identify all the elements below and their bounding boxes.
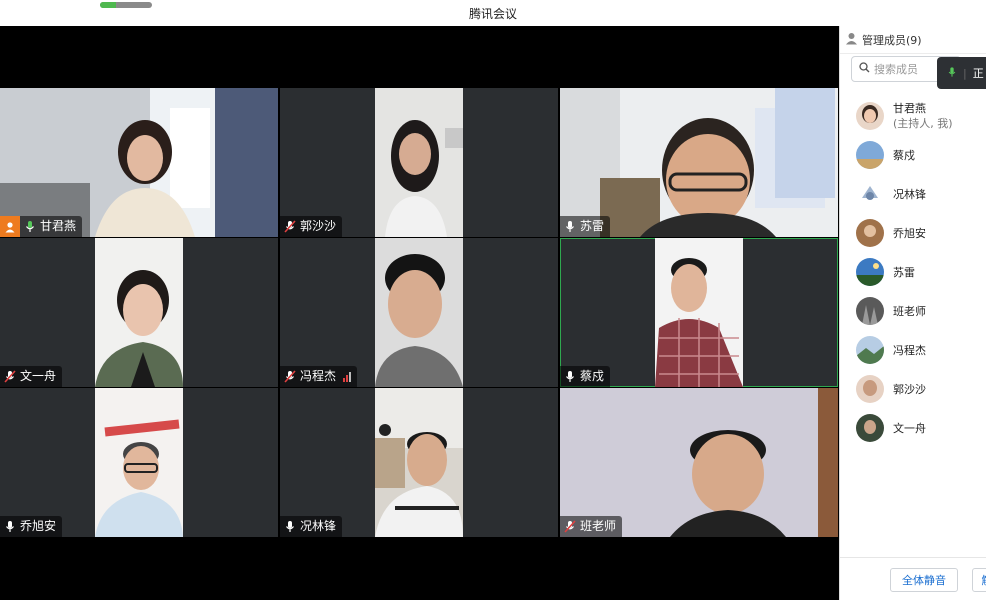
avatar	[856, 257, 884, 286]
mic-muted-icon	[4, 370, 16, 383]
participant-nametag: 乔旭安	[0, 516, 63, 537]
participant-name: 况林锋	[300, 519, 337, 533]
video-tile[interactable]: 乔旭安	[0, 388, 278, 537]
participant-nametag: 冯程杰	[280, 366, 358, 387]
participant-nametag: 况林锋	[280, 516, 343, 537]
host-icon	[0, 216, 20, 237]
participant-nametag: 郭沙沙	[280, 216, 343, 237]
member-name: 郭沙沙	[893, 382, 926, 396]
search-placeholder: 搜索成员	[874, 63, 918, 76]
video-feed	[95, 238, 183, 387]
video-feed	[655, 238, 743, 387]
avatar	[856, 140, 884, 169]
participant-name: 甘君燕	[40, 219, 77, 233]
member-item[interactable]: 甘君燕 (主持人, 我)	[840, 96, 986, 135]
member-name: 甘君燕	[893, 102, 926, 115]
participant-name: 冯程杰	[300, 369, 337, 383]
member-panel: 管理成员(9) 搜索成员 | 正 甘君燕 (主持人, 我) 蔡戍 况林锋 乔旭安	[839, 26, 986, 600]
video-feed	[375, 238, 463, 387]
member-name: 乔旭安	[893, 226, 926, 240]
mic-muted-icon	[564, 520, 576, 533]
participant-nametag: 苏雷	[560, 216, 611, 237]
member-role: (主持人, 我)	[893, 117, 953, 130]
member-name: 班老师	[893, 304, 926, 318]
mic-icon	[564, 220, 576, 233]
avatar	[856, 413, 884, 442]
member-item[interactable]: 况林锋	[840, 174, 986, 213]
member-name: 蔡戍	[893, 148, 915, 162]
participant-name: 苏雷	[580, 219, 605, 233]
video-tile[interactable]: 苏雷	[560, 88, 838, 237]
participant-name: 蔡戍	[580, 369, 605, 383]
mic-icon	[564, 370, 576, 383]
avatar	[856, 374, 884, 403]
video-feed	[375, 88, 463, 237]
member-list: 甘君燕 (主持人, 我) 蔡戍 况林锋 乔旭安 苏雷 班老师 冯程杰 郭沙沙 文…	[840, 96, 986, 447]
mic-icon	[947, 66, 957, 81]
video-tile[interactable]: 郭沙沙	[280, 88, 558, 237]
participant-nametag: 文一舟	[0, 366, 63, 387]
avatar	[856, 296, 884, 325]
mic-muted-icon	[284, 370, 296, 383]
window-title: 腾讯会议	[468, 7, 517, 21]
speaking-indicator: | 正	[937, 57, 986, 89]
participant-name: 郭沙沙	[300, 219, 337, 233]
participant-name: 乔旭安	[20, 519, 57, 533]
participant-nametag: 甘君燕	[0, 216, 83, 237]
member-item[interactable]: 文一舟	[840, 408, 986, 447]
video-tile[interactable]: 冯程杰	[280, 238, 558, 387]
avatar	[856, 335, 884, 364]
video-feed	[560, 388, 838, 537]
mic-icon	[4, 520, 16, 533]
member-item[interactable]: 苏雷	[840, 252, 986, 291]
video-feed	[560, 88, 838, 237]
avatar	[856, 179, 884, 208]
video-feed	[0, 88, 278, 237]
weak-signal-icon	[343, 371, 352, 382]
member-item[interactable]: 冯程杰	[840, 330, 986, 369]
participant-nametag: 班老师	[560, 516, 623, 537]
search-icon	[859, 62, 870, 76]
mute-all-button[interactable]: 全体静音	[890, 568, 958, 592]
member-item[interactable]: 蔡戍	[840, 135, 986, 174]
participant-name: 文一舟	[20, 369, 57, 383]
mic-muted-icon	[284, 220, 296, 233]
member-name: 文一舟	[893, 421, 926, 435]
video-tile[interactable]: 文一舟	[0, 238, 278, 387]
video-grid: 甘君燕 郭沙沙 苏雷 文一舟 冯程杰 蔡戍 乔旭安 况林锋 班老师	[0, 26, 839, 600]
mic-icon	[24, 220, 36, 233]
video-tile[interactable]: 班老师	[560, 388, 838, 537]
avatar	[856, 101, 884, 130]
member-panel-title: 管理成员(9)	[862, 33, 922, 47]
video-tile[interactable]: 甘君燕	[0, 88, 278, 237]
title-bar: 腾讯会议	[0, 0, 986, 26]
participant-nametag: 蔡戍	[560, 366, 611, 387]
video-feed	[375, 388, 463, 537]
member-name: 苏雷	[893, 265, 915, 279]
avatar	[856, 218, 884, 247]
member-panel-footer: 全体静音 解	[840, 557, 986, 600]
unmute-all-button[interactable]: 解	[972, 568, 986, 592]
member-item[interactable]: 班老师	[840, 291, 986, 330]
member-panel-header: 管理成员(9)	[840, 26, 986, 54]
mic-icon	[284, 520, 296, 533]
member-item[interactable]: 乔旭安	[840, 213, 986, 252]
participant-name: 班老师	[580, 519, 617, 533]
video-tile[interactable]: 蔡戍	[560, 238, 838, 387]
video-feed	[95, 388, 183, 537]
member-item[interactable]: 郭沙沙	[840, 369, 986, 408]
speaking-label: 正	[972, 67, 984, 80]
member-name: 冯程杰	[893, 343, 926, 357]
video-tile[interactable]: 况林锋	[280, 388, 558, 537]
person-icon	[845, 32, 858, 48]
member-name: 况林锋	[893, 187, 926, 201]
